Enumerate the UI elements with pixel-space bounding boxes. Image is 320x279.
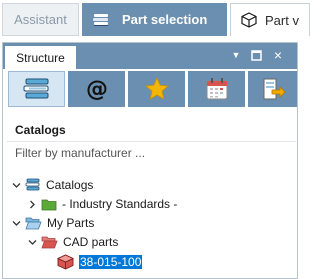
tree-label: My Parts — [47, 216, 95, 230]
tab-assistant[interactable]: Assistant — [2, 3, 79, 36]
tree-node-industry-standards[interactable]: - Industry Standards - — [27, 195, 177, 213]
chevron-down-icon[interactable] — [27, 237, 37, 247]
folder-icon — [41, 197, 57, 211]
tab-part-selection-label: Part selection — [122, 12, 208, 27]
chevron-down-icon[interactable] — [11, 180, 21, 190]
books-icon — [92, 12, 110, 28]
structure-panel: Structure ▼ × @ Catalogs Filter by manuf… — [2, 42, 298, 279]
history-button[interactable] — [188, 71, 245, 107]
cube-icon — [241, 12, 257, 28]
catalogs-button[interactable] — [8, 71, 65, 107]
tab-structure-label: Structure — [16, 50, 65, 65]
chevron-right-icon[interactable] — [27, 199, 37, 209]
document-tabs: Assistant Part selection Part v — [0, 0, 310, 42]
at-icon: @ — [84, 76, 110, 102]
svg-text:@: @ — [86, 77, 108, 102]
chevron-down-icon[interactable] — [11, 218, 21, 228]
tree-node-my-parts[interactable]: My Parts — [11, 214, 94, 232]
tree-node-cad-parts[interactable]: CAD parts — [27, 233, 118, 251]
tab-part-view-label: Part v — [265, 12, 299, 28]
dropdown-menu-icon[interactable]: ▼ — [229, 48, 243, 62]
folder-open-icon — [25, 216, 42, 230]
tree-label: Catalogs — [46, 178, 94, 192]
books-icon — [22, 76, 52, 102]
tab-part-view[interactable]: Part v — [230, 3, 310, 36]
favorites-button[interactable] — [128, 71, 185, 107]
folder-open-icon — [41, 235, 58, 249]
filter-input[interactable] — [7, 141, 296, 163]
tree-label: - Industry Standards - — [62, 197, 178, 211]
tab-assistant-label: Assistant — [14, 12, 67, 27]
export-icon — [260, 76, 286, 102]
books-icon — [25, 178, 41, 192]
tab-part-selection[interactable]: Part selection — [82, 3, 227, 36]
export-button[interactable] — [248, 71, 297, 107]
panel-titlebar: Structure ▼ × — [3, 43, 297, 69]
close-icon[interactable]: × — [271, 47, 285, 63]
calendar-icon — [204, 76, 230, 102]
tree-label: CAD parts — [63, 235, 119, 249]
cube-icon — [57, 254, 74, 270]
section-title: Catalogs — [15, 123, 66, 137]
tree-node-part-item[interactable]: 38-015-100 — [57, 253, 143, 271]
tree-node-catalogs[interactable]: Catalogs — [11, 176, 93, 194]
selected-part-label: 38-015-100 — [79, 255, 143, 269]
panel-toolbar: @ — [3, 69, 297, 109]
star-icon — [144, 76, 170, 102]
email-button[interactable]: @ — [68, 71, 125, 107]
tab-structure[interactable]: Structure — [5, 46, 76, 69]
maximize-icon[interactable] — [249, 48, 263, 62]
